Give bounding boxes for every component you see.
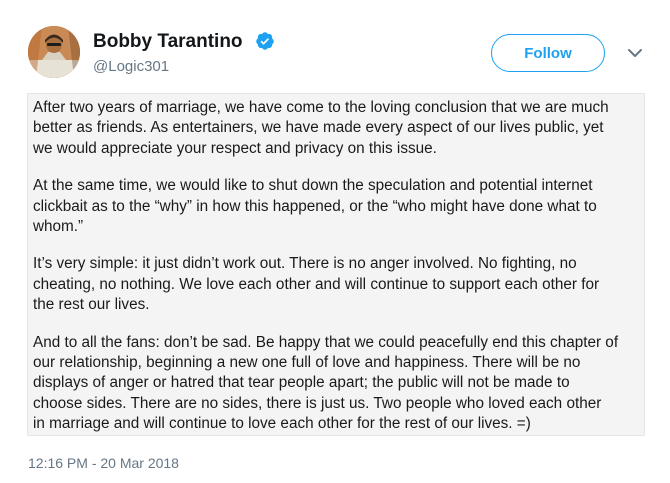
statement-paragraph: It’s very simple: it just didn’t work ou… (33, 255, 600, 314)
tweet-timestamp[interactable]: 12:16 PM - 20 Mar 2018 (28, 455, 179, 471)
display-name[interactable]: Bobby Tarantino (93, 31, 243, 53)
statement-paragraph: At the same time, we would like to shut … (33, 177, 597, 236)
tweet-header: Bobby Tarantino @Logic301 Follow (0, 0, 670, 90)
avatar-illustration (28, 26, 80, 78)
attached-statement-image[interactable]: After two years of marriage, we have com… (27, 93, 645, 436)
user-handle[interactable]: @Logic301 (93, 58, 169, 75)
statement-paragraph: After two years of marriage, we have com… (33, 99, 609, 157)
chevron-down-icon[interactable] (624, 42, 646, 64)
statement-paragraph: And to all the fans: don’t be sad. Be ha… (33, 333, 619, 433)
avatar[interactable] (28, 26, 80, 78)
follow-button[interactable]: Follow (491, 34, 605, 72)
verified-badge-icon (256, 32, 274, 50)
